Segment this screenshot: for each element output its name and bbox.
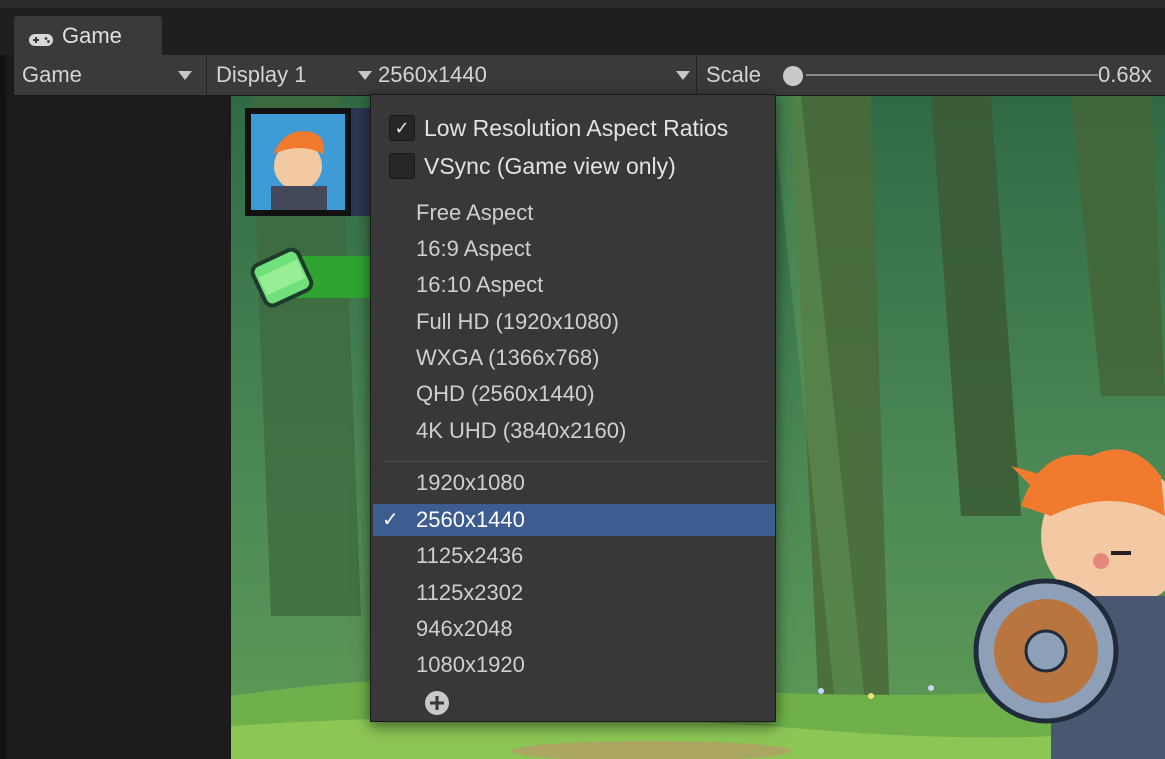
game-mode-label: Game: [22, 62, 82, 87]
checkbox-checked[interactable]: ✓: [389, 115, 415, 141]
menu-item-4k-uhd[interactable]: 4K UHD (3840x2160): [373, 415, 775, 447]
menu-item-qhd[interactable]: QHD (2560x1440): [373, 378, 775, 410]
menu-item-label: WXGA (1366x768): [416, 345, 600, 370]
menu-item-label: 2560x1440: [416, 507, 525, 532]
menu-item-label: 1125x2302: [416, 580, 524, 605]
menu-item-label: 4K UHD (3840x2160): [416, 418, 627, 443]
game-view-letterbox: [6, 96, 231, 759]
tab-game[interactable]: Game: [14, 16, 162, 55]
menu-item-946x2048[interactable]: 946x2048: [373, 613, 775, 645]
resolution-label: 2560x1440: [378, 62, 487, 87]
menu-item-label: QHD (2560x1440): [416, 381, 595, 406]
plus-circle-icon[interactable]: [425, 691, 449, 715]
menu-item-label: Full HD (1920x1080): [416, 309, 619, 334]
menu-item-16-9-aspect[interactable]: 16:9 Aspect: [373, 233, 775, 265]
scale-label: Scale: [706, 62, 762, 87]
menu-separator: [383, 461, 767, 462]
menu-item-free-aspect[interactable]: Free Aspect: [373, 197, 775, 229]
menu-item-1125x2436[interactable]: 1125x2436: [373, 540, 775, 572]
menu-item-label: 16:9 Aspect: [416, 236, 531, 261]
gamepad-icon: [28, 28, 54, 46]
menu-item-16-10-aspect[interactable]: 16:10 Aspect: [373, 269, 775, 301]
vsync-checkbox-row[interactable]: VSync (Game view only): [389, 148, 676, 184]
toolbar-separator: [696, 55, 697, 95]
triangle-down-icon: [676, 71, 690, 80]
menu-item-label: 1080x1920: [416, 652, 525, 677]
vsync-label: VSync (Game view only): [424, 152, 676, 179]
triangle-down-icon: [178, 71, 192, 80]
low-res-aspect-checkbox-row[interactable]: ✓ Low Resolution Aspect Ratios: [389, 110, 728, 146]
menu-item-label: 946x2048: [416, 616, 513, 641]
window-top-strip: [0, 0, 1165, 8]
tab-game-label: Game: [62, 22, 122, 48]
low-res-aspect-label: Low Resolution Aspect Ratios: [424, 114, 729, 141]
scale-slider-track[interactable]: [806, 74, 1098, 76]
toolbar-separator: [206, 55, 207, 95]
selected-check-icon: ✓: [382, 509, 399, 531]
menu-item-1920x1080[interactable]: 1920x1080: [373, 467, 775, 499]
menu-item-2560x1440-selected[interactable]: ✓ 2560x1440: [373, 504, 775, 536]
menu-item-label: Free Aspect: [416, 200, 534, 225]
triangle-down-icon: [358, 71, 372, 80]
menu-item-1080x1920[interactable]: 1080x1920: [373, 649, 775, 681]
game-toolbar: Game Display 1 2560x1440 Scale 0.68x: [14, 55, 1165, 96]
scale-value: 0.68x: [1098, 62, 1152, 87]
game-mode-dropdown[interactable]: Game: [22, 55, 200, 95]
menu-item-1125x2302[interactable]: 1125x2302: [373, 577, 775, 609]
checkbox-unchecked[interactable]: [389, 153, 415, 179]
menu-item-label: 1920x1080: [416, 470, 525, 495]
display-dropdown[interactable]: Display 1: [216, 55, 372, 95]
resolution-dropdown[interactable]: 2560x1440: [378, 55, 690, 95]
menu-item-label: 16:10 Aspect: [416, 272, 544, 297]
tab-bar: [0, 8, 1165, 55]
checkmark-icon: ✓: [394, 117, 410, 138]
resolution-dropdown-menu: ✓ Low Resolution Aspect Ratios VSync (Ga…: [370, 94, 776, 722]
scale-slider-handle[interactable]: [783, 66, 803, 86]
menu-item-wxga[interactable]: WXGA (1366x768): [373, 342, 775, 374]
menu-item-full-hd[interactable]: Full HD (1920x1080): [373, 306, 775, 338]
display-label: Display 1: [216, 62, 307, 87]
menu-item-label: 1125x2436: [416, 543, 524, 568]
